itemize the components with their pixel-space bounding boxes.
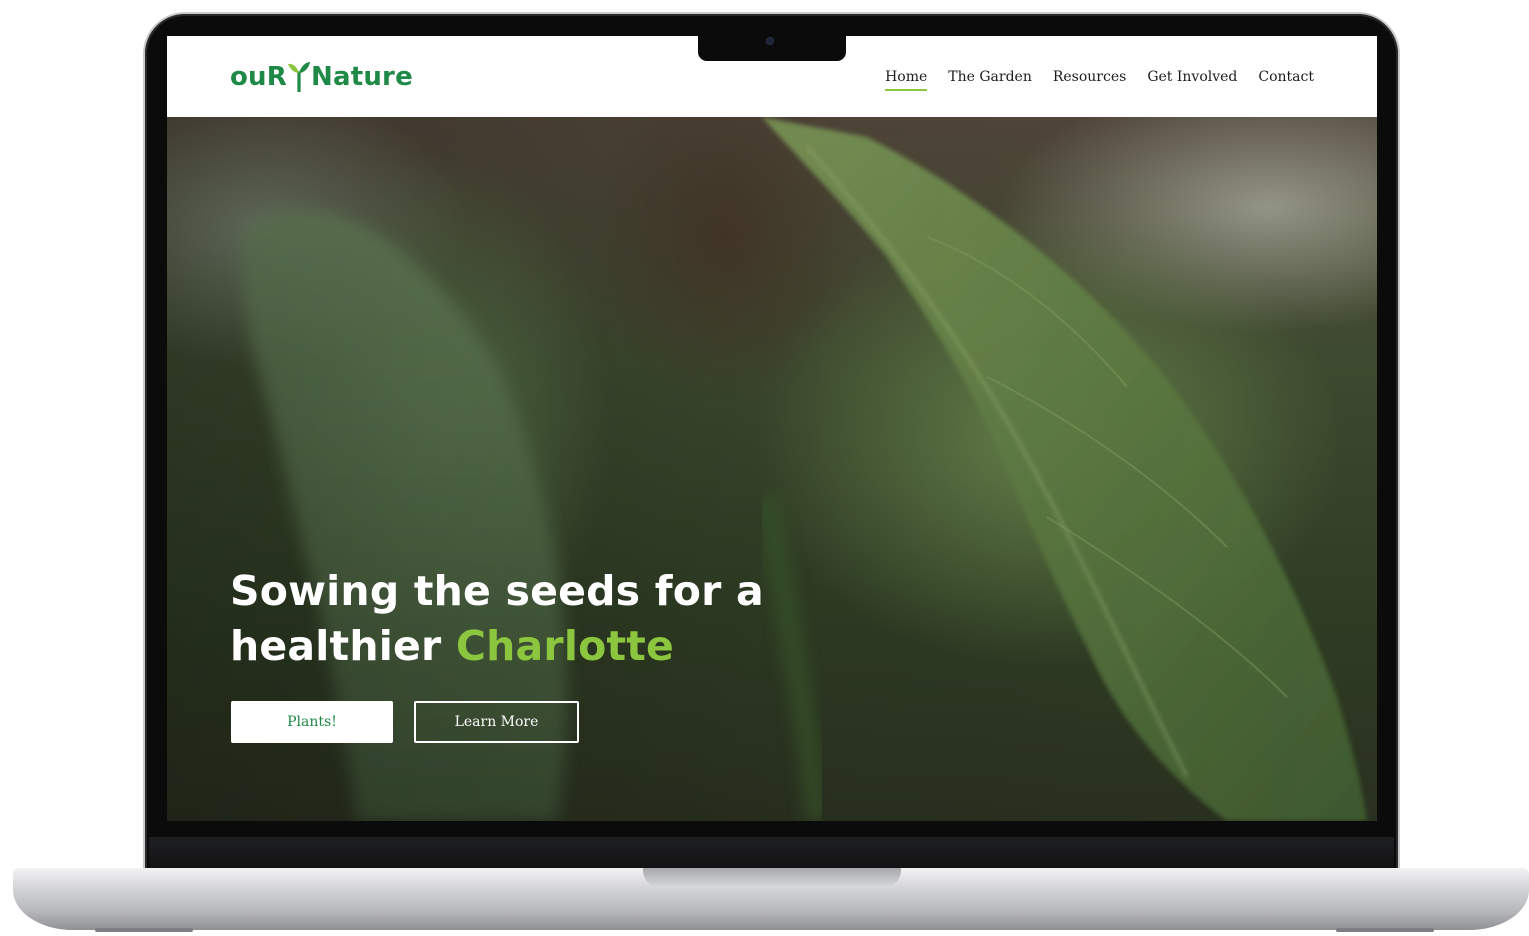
laptop-foot (1336, 928, 1434, 932)
laptop-foot (95, 928, 193, 932)
nav-item-get-involved[interactable]: Get Involved (1147, 69, 1237, 91)
logo-text-right: Nature (311, 62, 413, 92)
sprout-icon (288, 62, 310, 92)
nav-item-home[interactable]: Home (885, 69, 928, 91)
laptop-chin (149, 837, 1394, 871)
hero-section: Sowing the seeds for a healthier Charlot… (167, 117, 1377, 821)
laptop-opening-notch (643, 868, 901, 888)
main-nav: Home The Garden Resources Get Involved C… (885, 69, 1314, 91)
learn-more-button[interactable]: Learn More (414, 701, 579, 743)
camera-notch (698, 34, 846, 61)
headline-accent: Charlotte (455, 622, 675, 670)
hero-headline: Sowing the seeds for a healthier Charlot… (230, 564, 850, 674)
plants-button[interactable]: Plants! (231, 701, 393, 743)
headline-line-1: Sowing the seeds for a (230, 567, 764, 615)
nav-item-resources[interactable]: Resources (1053, 69, 1126, 91)
laptop-screen: ouR Nature Home The Garden Resources Get… (167, 36, 1377, 821)
camera-icon (766, 37, 774, 45)
nav-item-contact[interactable]: Contact (1258, 69, 1314, 91)
logo-text-left: ouR (230, 62, 287, 92)
headline-line-2: healthier (230, 622, 442, 670)
site-logo[interactable]: ouR Nature (230, 58, 413, 92)
nav-item-the-garden[interactable]: The Garden (948, 69, 1032, 91)
